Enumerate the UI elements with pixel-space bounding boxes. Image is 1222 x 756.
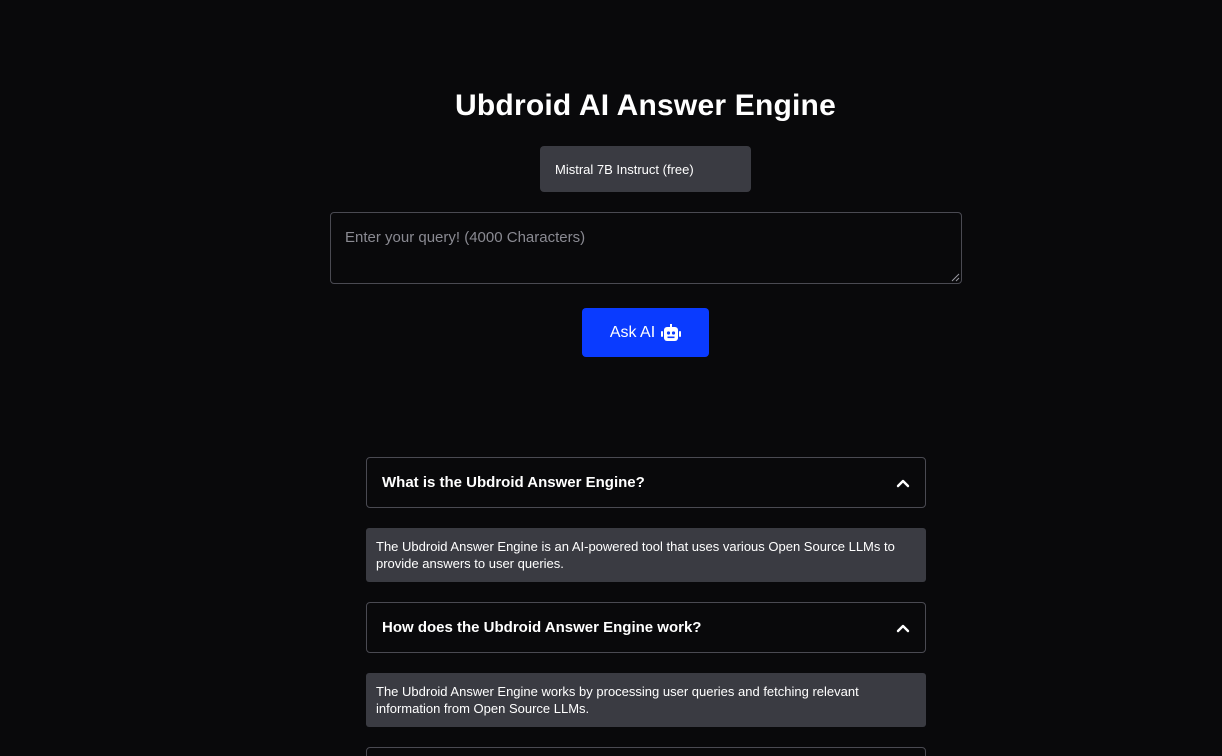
faq-answer-1: The Ubdroid Answer Engine is an AI-power…: [366, 528, 926, 582]
page: Ubdroid AI Answer Engine Mistral 7B Inst…: [0, 0, 1222, 756]
page-title: Ubdroid AI Answer Engine: [455, 89, 836, 122]
chevron-up-icon: [896, 479, 910, 487]
faq-answer-2: The Ubdroid Answer Engine works by proce…: [366, 673, 926, 727]
model-select[interactable]: Mistral 7B Instruct (free): [540, 146, 751, 192]
faq-answer-1-text: The Ubdroid Answer Engine is an AI-power…: [376, 539, 895, 571]
faq-question-1-text: What is the Ubdroid Answer Engine?: [382, 474, 645, 491]
chevron-up-icon: [896, 624, 910, 632]
faq-question-1[interactable]: What is the Ubdroid Answer Engine?: [366, 457, 926, 508]
resize-grip-icon[interactable]: [951, 273, 960, 282]
ask-ai-label: Ask AI: [609, 323, 656, 341]
model-select-value: Mistral 7B Instruct (free): [555, 161, 694, 177]
ask-ai-button[interactable]: Ask AI: [582, 308, 709, 357]
faq-question-2[interactable]: How does the Ubdroid Answer Engine work?: [366, 602, 926, 653]
robot-icon: [661, 323, 682, 341]
faq-answer-2-text: The Ubdroid Answer Engine works by proce…: [376, 684, 859, 716]
faq-question-2-text: How does the Ubdroid Answer Engine work?: [382, 619, 702, 636]
query-input[interactable]: [330, 212, 962, 284]
faq-question-3[interactable]: [366, 747, 926, 756]
